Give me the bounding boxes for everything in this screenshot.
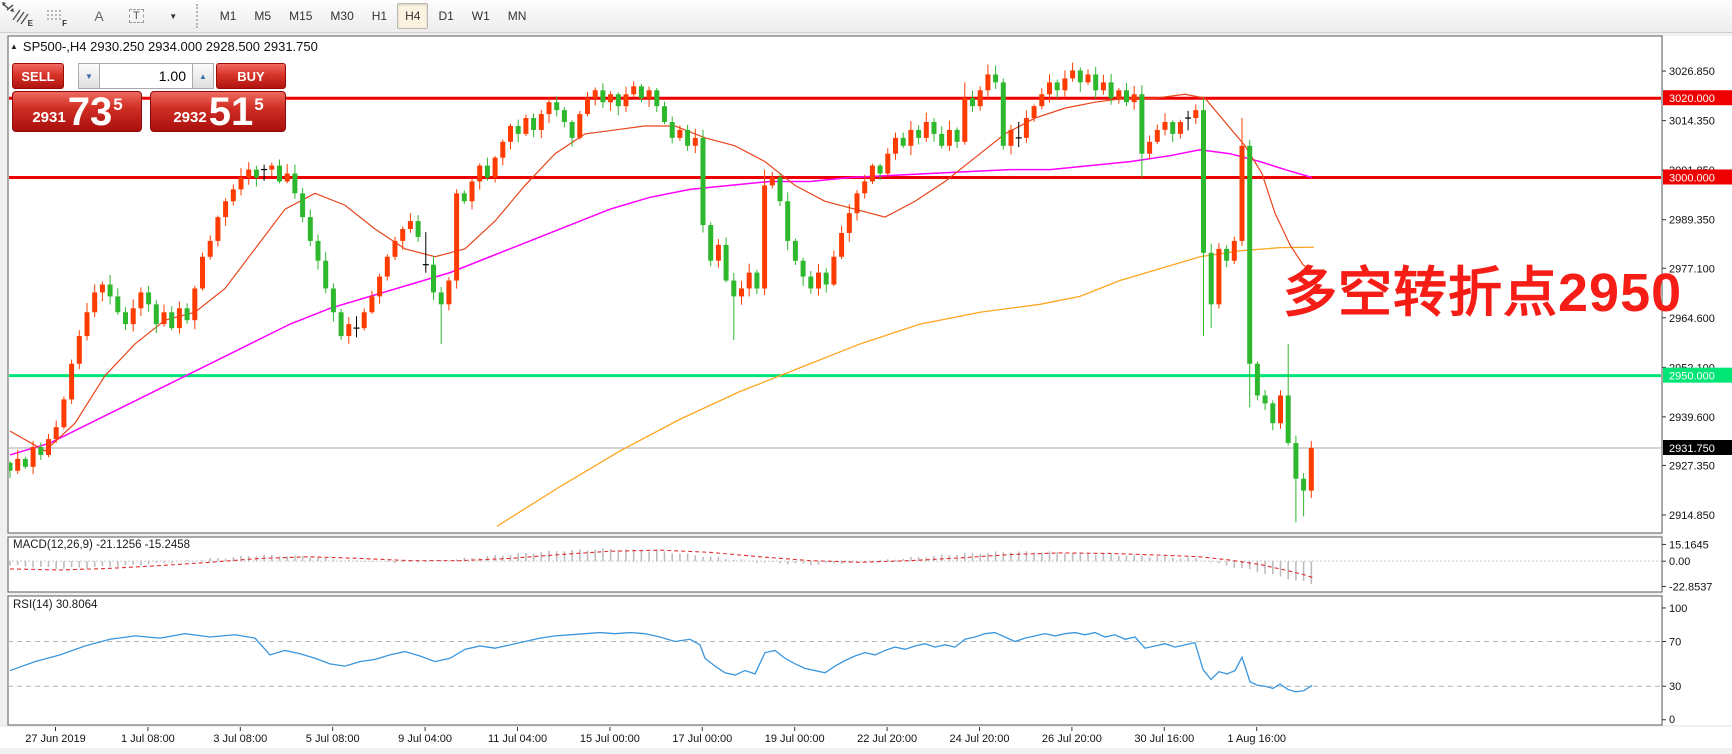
svg-text:22 Jul 20:00: 22 Jul 20:00: [857, 733, 917, 745]
svg-text:11 Jul 04:00: 11 Jul 04:00: [488, 733, 547, 745]
svg-text:2950.000: 2950.000: [1669, 371, 1715, 383]
svg-text:3020.000: 3020.000: [1669, 93, 1715, 105]
sell-price-sup: 5: [113, 95, 122, 115]
buy-button[interactable]: BUY: [216, 63, 286, 89]
svg-text:3000.000: 3000.000: [1669, 172, 1715, 184]
svg-text:1 Aug 16:00: 1 Aug 16:00: [1227, 733, 1286, 745]
svg-text:15.1645: 15.1645: [1669, 539, 1709, 551]
svg-text:2939.600: 2939.600: [1669, 412, 1715, 424]
svg-text:70: 70: [1669, 636, 1681, 648]
svg-text:1 Jul 08:00: 1 Jul 08:00: [121, 733, 175, 745]
order-row: SELL ▼ ▲ BUY: [12, 63, 286, 89]
svg-text:3026.850: 3026.850: [1669, 66, 1715, 78]
symbol-header[interactable]: ▲ SP500-,H4 2930.250 2934.000 2928.500 2…: [10, 39, 288, 54]
rsi-label: RSI(14) 30.8064: [13, 599, 97, 611]
sell-price-pane[interactable]: 2931 73 5: [12, 91, 142, 132]
buy-price-sup: 5: [254, 95, 263, 115]
svg-text:24 Jul 20:00: 24 Jul 20:00: [950, 733, 1010, 745]
svg-text:2989.350: 2989.350: [1669, 215, 1715, 227]
sell-price-big: 73: [68, 95, 113, 129]
symbol-ohlc-text: SP500-,H4 2930.250 2934.000 2928.500 293…: [23, 39, 318, 54]
svg-text:30 Jul 16:00: 30 Jul 16:00: [1134, 733, 1194, 745]
svg-text:19 Jul 00:00: 19 Jul 00:00: [765, 733, 825, 745]
volume-down-button[interactable]: ▼: [78, 63, 100, 89]
buy-price-small: 2932: [173, 109, 206, 126]
svg-text:17 Jul 00:00: 17 Jul 00:00: [672, 733, 732, 745]
collapse-triangle-icon[interactable]: ▲: [10, 42, 18, 51]
svg-text:27 Jun 2019: 27 Jun 2019: [25, 733, 86, 745]
svg-text:2927.350: 2927.350: [1669, 460, 1715, 472]
svg-text:15 Jul 00:00: 15 Jul 00:00: [580, 733, 640, 745]
volume-input[interactable]: [100, 63, 192, 89]
svg-text:3014.350: 3014.350: [1669, 116, 1715, 128]
svg-text:9 Jul 04:00: 9 Jul 04:00: [398, 733, 452, 745]
svg-text:3 Jul 08:00: 3 Jul 08:00: [213, 733, 267, 745]
volume-up-button[interactable]: ▲: [192, 63, 214, 89]
svg-text:0.00: 0.00: [1669, 556, 1690, 568]
chart-annotation-text: 多空转折点2950: [1283, 248, 1682, 327]
sell-price-small: 2931: [32, 109, 65, 126]
macd-label: MACD(12,26,9) -21.1256 -15.2458: [13, 539, 190, 551]
svg-text:5 Jul 08:00: 5 Jul 08:00: [306, 733, 360, 745]
svg-text:30: 30: [1669, 681, 1681, 693]
svg-text:2931.750: 2931.750: [1669, 443, 1715, 455]
sell-button[interactable]: SELL: [12, 63, 64, 89]
svg-text:2914.850: 2914.850: [1669, 510, 1715, 522]
price-panes: 2931 73 5 2932 51 5: [12, 91, 286, 132]
svg-text:0: 0: [1669, 714, 1675, 726]
svg-text:26 Jul 20:00: 26 Jul 20:00: [1042, 733, 1102, 745]
one-click-trade-panel: ▲ SP500-,H4 2930.250 2934.000 2928.500 2…: [10, 39, 288, 54]
svg-text:100: 100: [1669, 603, 1687, 615]
buy-price-big: 51: [209, 95, 254, 129]
svg-text:-22.8537: -22.8537: [1669, 581, 1712, 593]
buy-price-pane[interactable]: 2932 51 5: [150, 91, 286, 132]
